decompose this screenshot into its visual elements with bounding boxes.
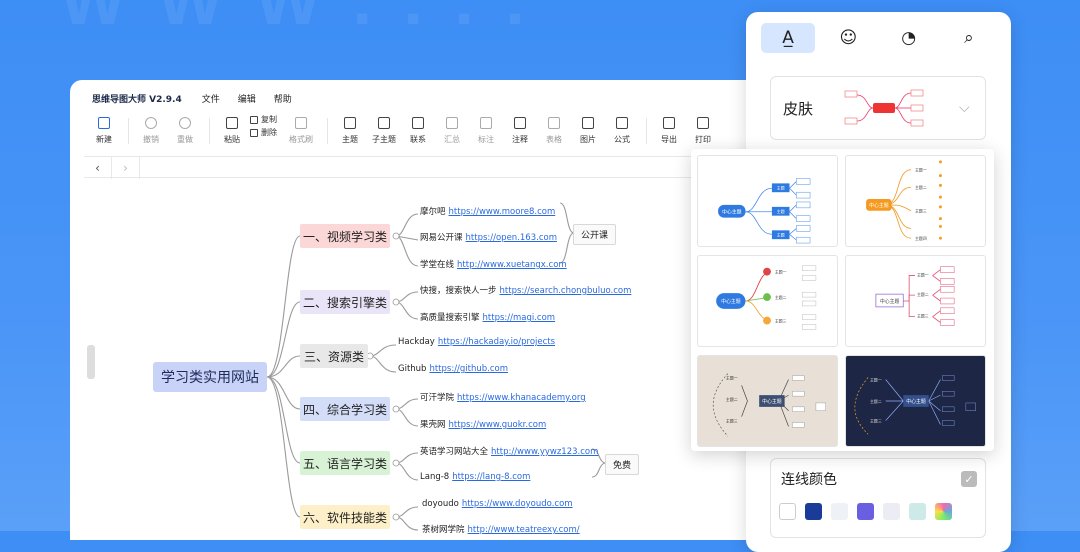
leaf-node[interactable]: 茶树网学院 http://www.teatreexy.com/ xyxy=(422,523,580,535)
branch-language[interactable]: 五、语言学习类 xyxy=(300,451,390,475)
leaf-node[interactable]: Github https://github.com xyxy=(398,364,508,374)
skin-center-label: 中心主题 xyxy=(762,398,782,405)
skin-option-colorful[interactable]: 中心主题 主题一 主题二 主题三 xyxy=(697,255,838,347)
skin-topic-label: 主题二 xyxy=(917,292,929,297)
leaf-link[interactable]: https://www.guokr.com xyxy=(449,420,547,430)
leaf-node[interactable]: Lang-8 https://lang-8.com xyxy=(420,472,530,482)
skin-gallery-popup: 中心主题 主题 主题 主题 中心主题 主题一 主题二 主题三 主题四 中心主题 … xyxy=(691,149,994,451)
skin-option-orange[interactable]: 中心主题 主题一 主题二 主题三 主题四 xyxy=(845,155,986,247)
skin-label: 皮肤 xyxy=(783,99,814,118)
skin-topic-label: 主题三 xyxy=(775,319,787,324)
leaf-node[interactable]: 英语学习网站大全 http://www.yywz123.com xyxy=(420,445,598,457)
skin-topic-label: 主题三 xyxy=(917,314,929,319)
skin-option-blue[interactable]: 中心主题 主题 主题 主题 xyxy=(697,155,838,247)
skin-topic-label: 主题 xyxy=(777,186,785,191)
swatch-mint[interactable] xyxy=(909,503,926,520)
skin-center-label: 中心主题 xyxy=(869,202,889,209)
line-color-section: 连线颜色 ✓ xyxy=(770,458,986,538)
skin-topic-label: 主题 xyxy=(777,233,785,238)
branch-resource[interactable]: 三、资源类 xyxy=(300,344,368,368)
skin-topic-label: 主题三 xyxy=(915,209,927,214)
leaf-link[interactable]: https://magi.com xyxy=(483,313,556,323)
text-style-icon[interactable]: A̲ xyxy=(761,23,816,53)
skin-topic-label: 主题一 xyxy=(726,375,738,380)
leaf-link[interactable]: http://www.yywz123.com xyxy=(491,447,598,457)
search-icon[interactable]: ⌕ xyxy=(942,23,996,53)
leaf-link[interactable]: https://open.163.com xyxy=(466,233,557,243)
leaf-link[interactable]: http://www.teatreexy.com/ xyxy=(468,525,580,535)
leaf-link[interactable]: https://www.khanacademy.org xyxy=(457,393,586,403)
skin-topic-label: 主题三 xyxy=(870,419,882,424)
leaf-link[interactable]: https://hackaday.io/projects xyxy=(438,337,555,347)
leaf-link[interactable]: https://lang-8.com xyxy=(452,472,530,482)
skin-topic-label: 主题二 xyxy=(915,185,927,190)
leaf-node[interactable]: 摩尔吧 https://www.moore8.com xyxy=(420,205,555,217)
checkbox-icon[interactable]: ✓ xyxy=(961,471,977,487)
swatch-none[interactable] xyxy=(779,503,796,520)
skin-center-label: 中心主题 xyxy=(880,298,900,305)
skin-option-beige[interactable]: 中心主题 主题一 主题二 主题三 xyxy=(697,355,838,447)
swatch-navy[interactable] xyxy=(805,503,822,520)
tag-open-course[interactable]: 公开课 xyxy=(573,224,617,245)
skin-topic-label: 主题二 xyxy=(726,397,738,402)
leaf-node[interactable]: 学堂在线 http://www.xuetangx.com xyxy=(420,258,567,270)
leaf-node[interactable]: Hackday https://hackaday.io/projects xyxy=(398,337,555,347)
skin-center-label: 中心主题 xyxy=(721,298,741,305)
leaf-link[interactable]: https://github.com xyxy=(429,364,508,374)
swatch-purple[interactable] xyxy=(857,503,874,520)
smiley-icon[interactable]: ☺ xyxy=(821,23,875,53)
skin-topic-label: 主题一 xyxy=(775,270,787,275)
leaf-link[interactable]: https://www.moore8.com xyxy=(449,207,556,217)
line-color-label: 连线颜色 xyxy=(781,472,837,488)
leaf-node[interactable]: 网易公开课 https://open.163.com xyxy=(420,231,557,243)
skin-topic-label: 主题一 xyxy=(917,273,929,278)
branch-software[interactable]: 六、软件技能类 xyxy=(300,505,390,529)
swatch-lavender[interactable] xyxy=(883,503,900,520)
skin-center-label: 中心主题 xyxy=(722,209,742,216)
skin-topic-label: 主题一 xyxy=(870,377,882,382)
tag-free[interactable]: 免费 xyxy=(605,454,640,475)
leaf-node[interactable]: doyoudo https://www.doyoudo.com xyxy=(422,499,573,509)
skin-preview-thumbnail xyxy=(839,83,929,133)
swatch-custom-color[interactable] xyxy=(935,503,952,520)
skin-topic-label: 主题三 xyxy=(726,419,738,424)
leaf-node[interactable]: 快搜，搜索快人一步 https://search.chongbuluo.com xyxy=(420,284,631,296)
skin-selector[interactable]: 皮肤 ⌵ xyxy=(770,76,986,140)
skin-topic-label: 主题一 xyxy=(915,168,927,173)
skin-topic-label: 主题四 xyxy=(915,236,927,241)
leaf-node[interactable]: 高质量搜索引擎 https://magi.com xyxy=(420,311,555,323)
skin-option-dark[interactable]: 中心主题 主题一 主题二 主题三 xyxy=(845,355,986,447)
leaf-node[interactable]: 可汗学院 https://www.khanacademy.org xyxy=(420,391,586,403)
leaf-link[interactable]: https://search.chongbuluo.com xyxy=(500,286,632,296)
color-swatches xyxy=(779,503,961,520)
chevron-down-icon[interactable]: ⌵ xyxy=(959,100,970,116)
panel-tabs: A̲ ☺ ◔ ⌕ xyxy=(746,12,1011,64)
leaf-link[interactable]: https://www.doyoudo.com xyxy=(462,499,573,509)
skin-topic-label: 主题二 xyxy=(870,399,882,404)
branch-video[interactable]: 一、视频学习类 xyxy=(300,224,390,248)
branch-search[interactable]: 二、搜索引擎类 xyxy=(300,290,390,314)
pie-icon[interactable]: ◔ xyxy=(882,23,936,53)
swatch-light-gray[interactable] xyxy=(831,503,848,520)
skin-topic-label: 主题二 xyxy=(775,295,787,300)
skin-option-purple[interactable]: 中心主题 主题一 主题二 主题三 xyxy=(845,255,986,347)
leaf-node[interactable]: 果壳网 https://www.guokr.com xyxy=(420,418,546,430)
branch-general[interactable]: 四、综合学习类 xyxy=(300,397,390,421)
skin-center-label: 中心主题 xyxy=(906,398,926,405)
mindmap-root-node[interactable]: 学习类实用网站 xyxy=(153,362,267,392)
leaf-link[interactable]: http://www.xuetangx.com xyxy=(457,260,567,270)
skin-topic-label: 主题 xyxy=(777,209,785,214)
